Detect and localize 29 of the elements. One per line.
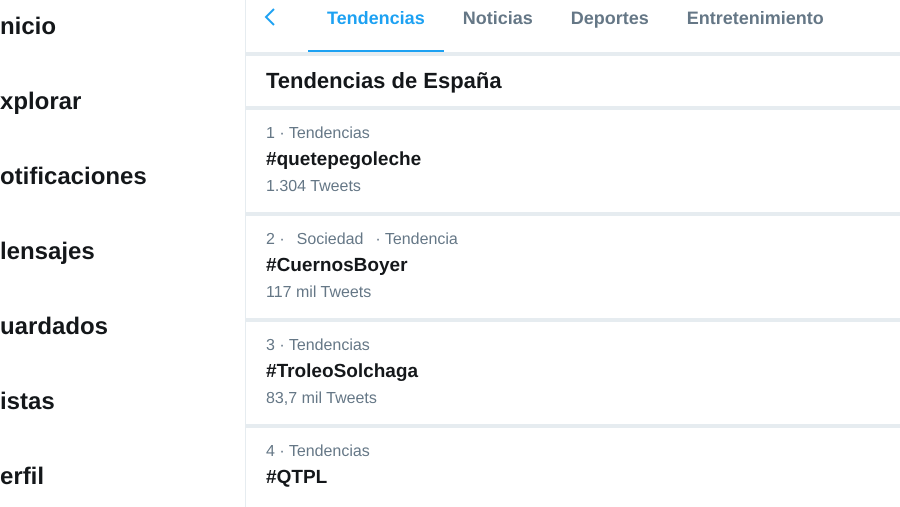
tweet-count: 117 mil Tweets (266, 283, 372, 303)
trend-meta: 3 · Tendencias (266, 336, 370, 356)
trend-hashtag: #quetepegoleche (266, 148, 422, 172)
nav-link[interactable]: erfil (0, 462, 245, 492)
trend-item[interactable]: 2 · Sociedad · Tendencia #CuernosBoyer 117 mil Tweets (246, 216, 900, 318)
trend-meta: Sociedad (296, 230, 364, 250)
section-heading: Tendencias de España (246, 56, 900, 106)
nav-link[interactable]: otificaciones (0, 162, 245, 192)
nav-link[interactable]: lensajes (0, 237, 245, 267)
tweet-count: 1.304 Tweets (266, 177, 362, 197)
tab[interactable]: Entretenimiento (668, 0, 843, 52)
trend-meta: 1 · Tendencias (266, 124, 370, 144)
trend-hashtag: #QTPL (266, 466, 328, 490)
back-chevron-icon[interactable] (264, 7, 276, 27)
trend-hashtag: #CuernosBoyer (266, 254, 408, 278)
tab[interactable]: Deportes (552, 0, 668, 52)
trend-meta: 2 · (266, 230, 285, 250)
trend-hashtag: #TroleoSolchaga (266, 360, 420, 384)
tweet-count: 83,7 mil Tweets (266, 389, 378, 409)
trend-item[interactable]: 4 · Tendencias #QTPL (246, 428, 900, 507)
nav-link[interactable]: uardados (0, 312, 245, 342)
tab[interactable]: Noticias (444, 0, 552, 52)
nav-link[interactable]: istas (0, 387, 245, 417)
trend-item[interactable]: 1 · Tendencias #quetepegoleche 1.304 Tweets (246, 110, 900, 212)
nav-link[interactable]: nicio (0, 12, 245, 42)
trend-meta: · Tendencia (375, 230, 458, 250)
nav-link[interactable]: xplorar (0, 87, 245, 117)
trend-meta: 4 · Tendencias (266, 442, 370, 462)
trend-item[interactable]: 3 · Tendencias #TroleoSolchaga 83,7 mil Tweets (246, 322, 900, 424)
